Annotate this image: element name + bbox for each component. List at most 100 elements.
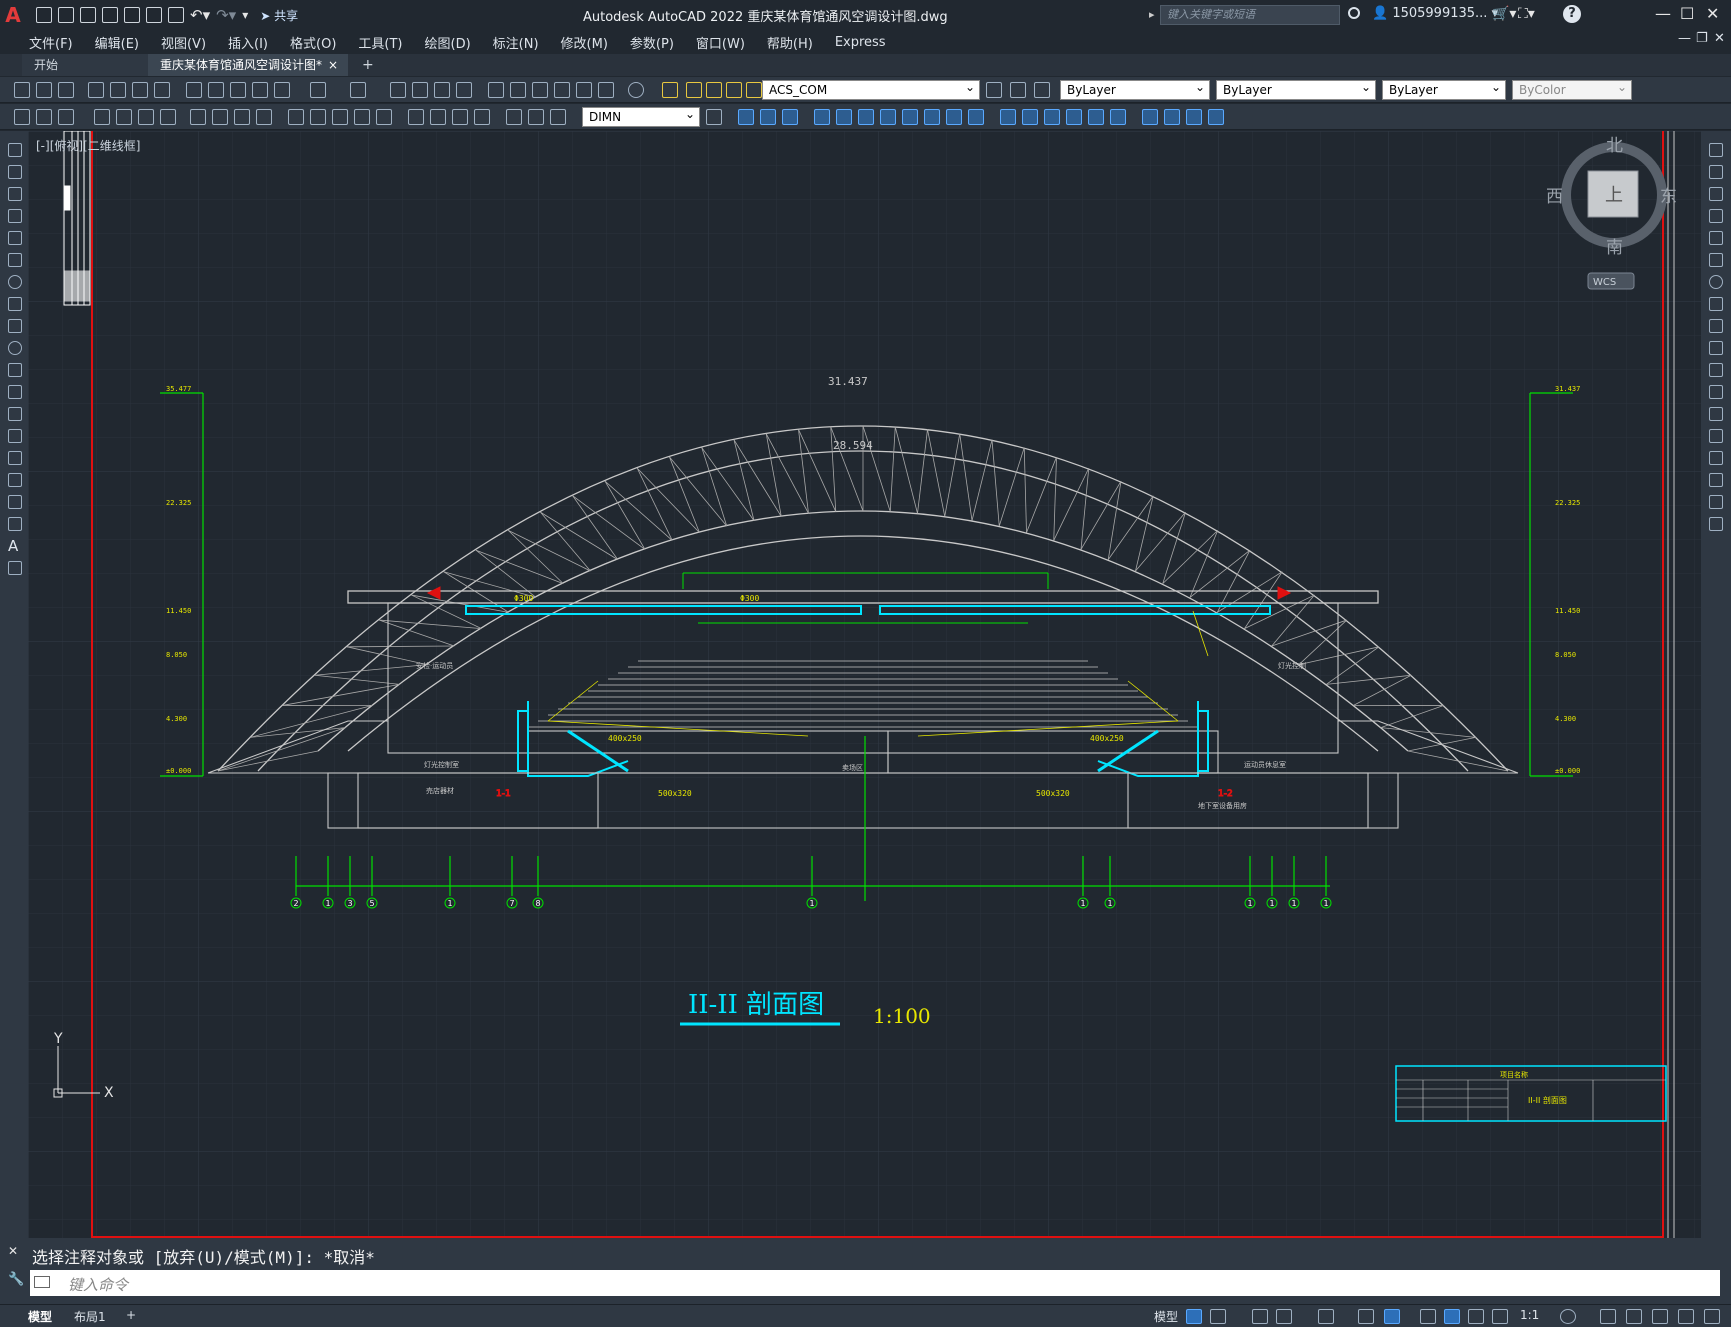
- explode-icon[interactable]: [1088, 109, 1104, 125]
- gradient-icon[interactable]: [8, 473, 22, 487]
- break-icon[interactable]: [1000, 109, 1016, 125]
- array-icon[interactable]: [1709, 231, 1723, 245]
- redo-icon[interactable]: ↷▾: [216, 6, 236, 24]
- block-editor-icon[interactable]: [274, 82, 290, 98]
- plot-icon[interactable]: [168, 7, 184, 23]
- dim-update-icon[interactable]: [550, 109, 566, 125]
- copy-icon[interactable]: [1709, 165, 1723, 179]
- workspace-gear-icon[interactable]: [1560, 1309, 1576, 1324]
- doc-close-button[interactable]: ✕: [1714, 31, 1725, 46]
- join-icon[interactable]: [1709, 429, 1723, 443]
- make-block-icon[interactable]: [8, 407, 22, 421]
- dim-edit-icon[interactable]: [506, 109, 522, 125]
- break-at-point-icon[interactable]: [1709, 385, 1723, 399]
- doc-minimize-button[interactable]: —: [1678, 31, 1691, 46]
- wcs-label[interactable]: WCS: [1593, 277, 1616, 288]
- rectangle-icon[interactable]: [8, 231, 22, 245]
- menu-tools[interactable]: 工具(T): [347, 33, 413, 52]
- menu-draw[interactable]: 绘图(D): [414, 33, 482, 52]
- share-button[interactable]: ➤ 共享: [260, 7, 298, 24]
- annotation-monitor-icon[interactable]: [1600, 1309, 1616, 1324]
- search-icon[interactable]: [1348, 7, 1360, 19]
- dim-text-edit-icon[interactable]: [528, 109, 544, 125]
- block-icon[interactable]: [1208, 109, 1224, 125]
- maximize-button[interactable]: ☐: [1680, 4, 1694, 23]
- tab-start[interactable]: 开始: [22, 54, 148, 76]
- blend-icon[interactable]: [1110, 109, 1126, 125]
- redo-icon[interactable]: [350, 82, 366, 98]
- new-icon[interactable]: [36, 7, 52, 23]
- save-as-icon[interactable]: [102, 7, 118, 23]
- plot-icon[interactable]: [88, 82, 104, 98]
- copy-icon[interactable]: [208, 82, 224, 98]
- scale-icon[interactable]: [1709, 297, 1723, 311]
- rotate-icon[interactable]: [1709, 275, 1723, 289]
- layer-state-icon[interactable]: [1034, 82, 1050, 98]
- units-icon[interactable]: [1626, 1309, 1642, 1324]
- ellipse-arc-icon[interactable]: [8, 363, 22, 377]
- doc-restore-button[interactable]: ❐: [1696, 31, 1708, 46]
- draworder-icon[interactable]: [1142, 109, 1158, 125]
- radius-icon[interactable]: [190, 109, 206, 125]
- command-input[interactable]: 键入命令: [30, 1270, 1720, 1296]
- hatch-icon[interactable]: [8, 451, 22, 465]
- layer-dropdown[interactable]: ACS_COM: [762, 78, 980, 100]
- jogged-linear-icon[interactable]: [474, 109, 490, 125]
- layer-properties-icon[interactable]: [662, 82, 678, 98]
- move-icon[interactable]: [1709, 253, 1723, 267]
- layer-previous-icon[interactable]: [1010, 82, 1026, 98]
- extend-icon[interactable]: [1709, 363, 1723, 377]
- menu-window[interactable]: 窗口(W): [685, 33, 756, 52]
- linear-dim-icon[interactable]: [94, 109, 110, 125]
- annotation-scale-icon[interactable]: [1492, 1309, 1508, 1324]
- color-dropdown[interactable]: ByLayer: [1060, 78, 1210, 100]
- polyline-icon[interactable]: [8, 187, 22, 201]
- viewcube-north[interactable]: 北: [1606, 136, 1623, 156]
- close-button[interactable]: ✕: [1706, 4, 1719, 23]
- dim-tool-3-icon[interactable]: [58, 109, 74, 125]
- linetype-dropdown[interactable]: ByLayer: [1216, 78, 1376, 100]
- polygon-icon[interactable]: [8, 209, 22, 223]
- polar-icon[interactable]: [1276, 1309, 1292, 1324]
- publish-icon[interactable]: [132, 82, 148, 98]
- markup-icon[interactable]: [576, 82, 592, 98]
- zoom-realtime-icon[interactable]: [412, 82, 428, 98]
- circle-icon[interactable]: [8, 275, 22, 289]
- arc-length-icon[interactable]: [138, 109, 154, 125]
- undo-icon[interactable]: ↶▾: [190, 6, 210, 24]
- erase-icon[interactable]: [738, 109, 754, 125]
- fullscreen-icon[interactable]: [1678, 1309, 1694, 1324]
- viewport-label[interactable]: [-][俯视][二维线框]: [36, 137, 140, 154]
- tab-document[interactable]: 重庆某体育馆通风空调设计图* ×: [148, 54, 348, 76]
- properties-icon[interactable]: [488, 82, 504, 98]
- move-icon[interactable]: [858, 109, 874, 125]
- fillet-icon[interactable]: [1066, 109, 1082, 125]
- insert-block-icon[interactable]: [8, 385, 22, 399]
- chamfer-icon[interactable]: [1044, 109, 1060, 125]
- annotation-scale-value[interactable]: 1:1: [1520, 1308, 1539, 1322]
- qnew-icon[interactable]: [14, 82, 30, 98]
- isodraft-icon[interactable]: [1318, 1309, 1334, 1324]
- save-icon[interactable]: [58, 82, 74, 98]
- add-selected-icon[interactable]: [8, 561, 22, 575]
- baseline-icon[interactable]: [310, 109, 326, 125]
- 3d-print-icon[interactable]: [154, 82, 170, 98]
- spline-icon[interactable]: [8, 319, 22, 333]
- construction-line-icon[interactable]: [8, 165, 22, 179]
- zoom-previous-icon[interactable]: [456, 82, 472, 98]
- mirror-icon[interactable]: [782, 109, 798, 125]
- quick-properties-icon[interactable]: [1652, 1309, 1668, 1324]
- cmd-close-icon[interactable]: ✕: [8, 1244, 18, 1258]
- drawing-svg[interactable]: 31.437 28.594 35.477 22.325 11.450 8.050…: [28, 131, 1701, 1238]
- mirror-icon[interactable]: [1709, 187, 1723, 201]
- continue-icon[interactable]: [332, 109, 348, 125]
- object-snap-tracking-icon[interactable]: [1358, 1309, 1374, 1324]
- search-input[interactable]: 键入关键字或短语: [1149, 5, 1340, 25]
- dim-space-icon[interactable]: [354, 109, 370, 125]
- line-icon[interactable]: [8, 143, 22, 157]
- viewcube-south[interactable]: 南: [1606, 238, 1623, 258]
- user-account[interactable]: 👤 1505999135... ▾: [1372, 6, 1498, 21]
- drawing-canvas[interactable]: 31.437 28.594 35.477 22.325 11.450 8.050…: [28, 131, 1701, 1238]
- open-web-icon[interactable]: [124, 7, 140, 23]
- angular-icon[interactable]: [256, 109, 272, 125]
